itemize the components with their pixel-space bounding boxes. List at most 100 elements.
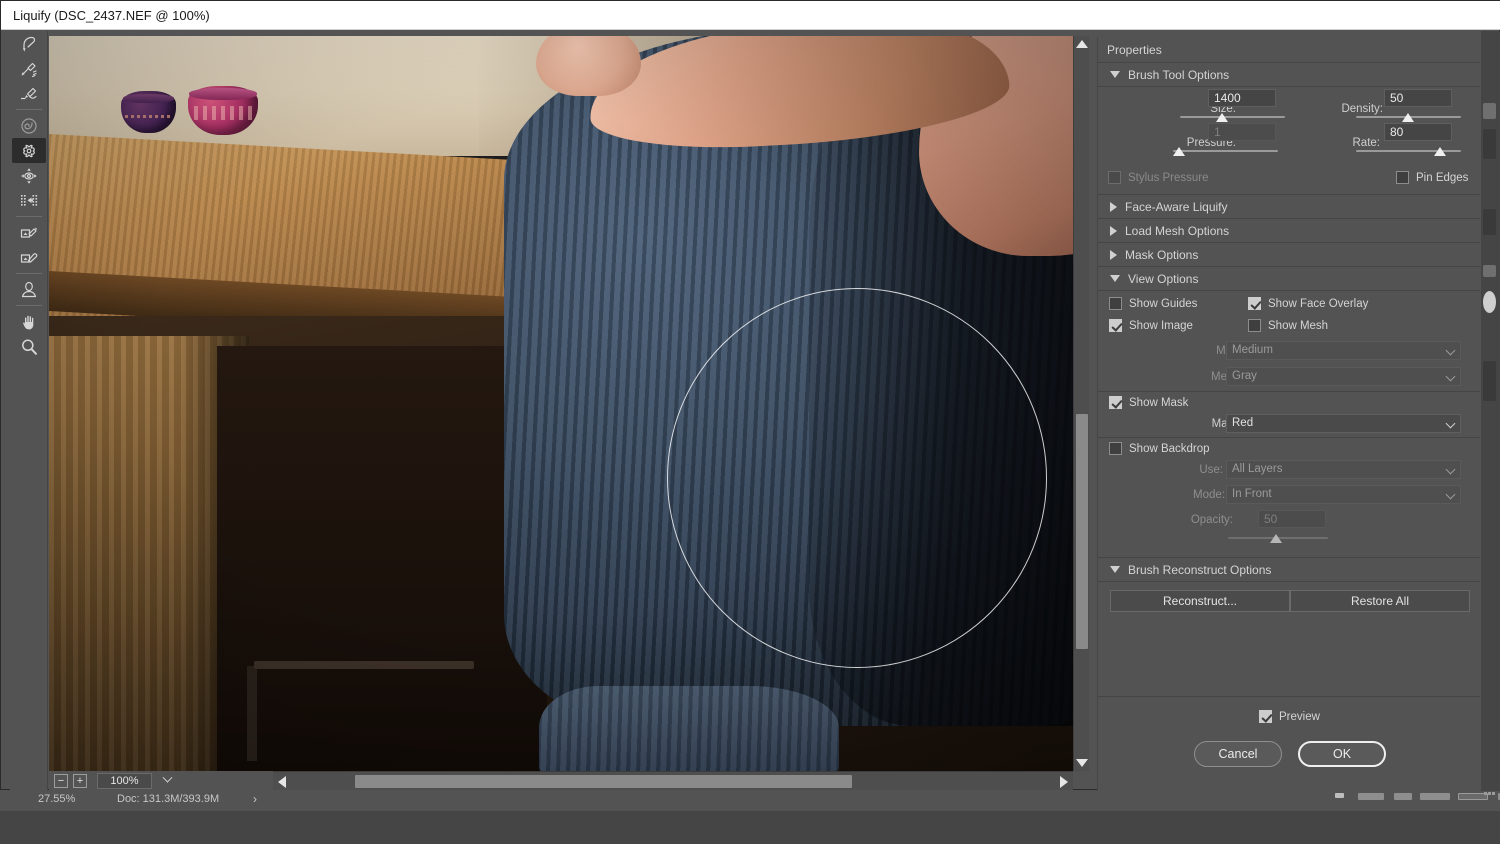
chevron-down-icon [1445,371,1456,382]
canvas-horizontal-scrollbar[interactable] [273,771,1073,790]
pressure-input[interactable]: 1 [1208,123,1276,141]
canvas-zoom-controls: − + 100% [49,771,273,790]
use-select[interactable]: All Layers [1226,460,1461,479]
scroll-up-arrow-icon[interactable] [1074,36,1090,52]
mask-color-select[interactable]: Red [1226,414,1461,433]
background-panel-icon [1420,793,1450,800]
background-panel-icon [1358,793,1384,800]
chevron-down-icon [1445,489,1456,500]
chevron-down-icon [1445,418,1456,429]
preview-label: Preview [1279,711,1320,723]
density-slider[interactable] [1356,112,1461,122]
scroll-left-arrow-icon[interactable] [273,772,291,791]
mode-value: In Front [1232,488,1272,500]
properties-panel-title: Properties [1107,42,1162,57]
section-brush-reconstruct-options[interactable]: Brush Reconstruct Options [1098,558,1480,582]
thaw-mask-tool[interactable] [12,245,46,270]
show-guides-checkbox[interactable] [1109,297,1122,310]
twisty-closed-icon[interactable] [1110,225,1117,236]
show-mesh-checkbox[interactable] [1248,319,1261,332]
cancel-button[interactable]: Cancel [1194,741,1282,767]
density-input[interactable]: 50 [1384,89,1452,107]
pressure-slider[interactable] [1173,146,1278,156]
hand-tool[interactable] [12,309,46,334]
section-mask-options[interactable]: Mask Options [1098,243,1480,267]
background-panel-tab [1483,361,1496,401]
opacity-slider[interactable] [1228,533,1328,543]
dialog-title: Liquify (DSC_2437.NEF @ 100%) [13,8,210,23]
smooth-tool[interactable] [12,81,46,106]
background-panel-tab [1483,129,1496,159]
section-label: Mask Options [1125,247,1199,262]
scroll-down-arrow-icon[interactable] [1074,755,1090,771]
rate-slider[interactable] [1356,146,1461,156]
mesh-size-select[interactable]: Medium [1226,341,1461,360]
show-backdrop-checkbox[interactable] [1109,442,1122,455]
status-arrow-icon[interactable]: › [253,792,257,806]
preview-checkbox[interactable] [1259,710,1272,723]
show-mask-checkbox[interactable] [1109,396,1122,409]
twisty-closed-icon[interactable] [1110,201,1117,212]
section-view-options[interactable]: View Options [1098,267,1480,291]
scroll-right-arrow-icon[interactable] [1055,772,1073,791]
mesh-color-select[interactable]: Gray [1226,367,1461,386]
freeze-mask-tool[interactable] [12,220,46,245]
view-options-body: Show Guides Show Face Overlay Show Image… [1098,291,1480,391]
show-backdrop-label: Show Backdrop [1129,443,1210,455]
horizontal-scroll-thumb[interactable] [355,775,852,788]
reconstruct-tool[interactable] [12,56,46,81]
canvas-vertical-scrollbar[interactable] [1073,36,1089,771]
section-label: View Options [1128,271,1199,286]
face-tool[interactable] [12,277,46,302]
pucker-tool[interactable] [11,138,46,163]
twirl-clockwise-tool[interactable] [12,113,46,138]
section-load-mesh-options[interactable]: Load Mesh Options [1098,219,1480,243]
zoom-level-input[interactable]: 100% [97,772,152,789]
vertical-scroll-thumb[interactable] [1076,414,1088,649]
zoom-in-button[interactable]: + [73,773,87,788]
push-left-tool[interactable] [12,188,46,213]
background-panel-icon [1335,793,1344,798]
size-input[interactable]: 1400 [1208,89,1276,107]
show-backdrop-body: Show Backdrop Use: All Layers Mode: In F… [1098,438,1480,558]
rate-input[interactable]: 80 [1384,123,1452,141]
mode-select[interactable]: In Front [1226,485,1461,504]
liquify-canvas[interactable] [49,36,1073,771]
liquify-toolbar [10,31,48,791]
properties-panel: Properties Brush Tool Options Size: 1400… [1097,37,1481,791]
show-mesh-label: Show Mesh [1268,320,1329,332]
size-slider[interactable] [1180,112,1285,122]
ok-button[interactable]: OK [1298,741,1386,767]
restore-all-button[interactable]: Restore All [1290,590,1470,612]
show-image-checkbox[interactable] [1109,319,1122,332]
bloat-tool[interactable] [12,163,46,188]
mask-color-value: Red [1232,417,1254,429]
twisty-open-icon[interactable] [1110,71,1120,78]
mesh-size-value: Medium [1232,344,1273,356]
show-face-overlay-checkbox[interactable] [1248,297,1261,310]
reconstruct-button[interactable]: Reconstruct... [1110,590,1290,612]
pin-edges-checkbox[interactable] [1396,171,1409,184]
chevron-down-icon [1445,464,1456,475]
zoom-dropdown-icon[interactable] [156,772,178,789]
forward-warp-tool[interactable] [12,31,46,56]
status-doc-info: Doc: 131.3M/393.9M [117,793,220,805]
preview-row: Preview [1098,706,1481,734]
section-face-aware-liquify[interactable]: Face-Aware Liquify [1098,195,1480,219]
section-brush-tool-options[interactable]: Brush Tool Options [1098,63,1480,87]
brush-reconstruct-options-body: Reconstruct... Restore All [1098,582,1480,697]
toolbar-separator [15,305,42,306]
zoom-out-button[interactable]: − [54,773,68,788]
twisty-closed-icon[interactable] [1110,249,1117,260]
twisty-open-icon[interactable] [1110,275,1120,282]
zoom-tool[interactable] [12,334,46,359]
brush-tool-options-body: Size: 1400 Density: 50 Pressure: 1 Rate:… [1098,87,1480,195]
stylus-pressure-checkbox[interactable] [1108,171,1121,184]
background-panel-tab [1483,291,1496,313]
opacity-input[interactable]: 50 [1258,510,1326,528]
liquify-dialog: Liquify (DSC_2437.NEF @ 100%) − + 100% P… [0,0,1500,791]
section-label: Brush Tool Options [1128,67,1230,82]
twisty-open-icon[interactable] [1110,566,1120,573]
use-label: Use: [1199,464,1223,476]
stylus-pressure-label: Stylus Pressure [1128,172,1209,184]
